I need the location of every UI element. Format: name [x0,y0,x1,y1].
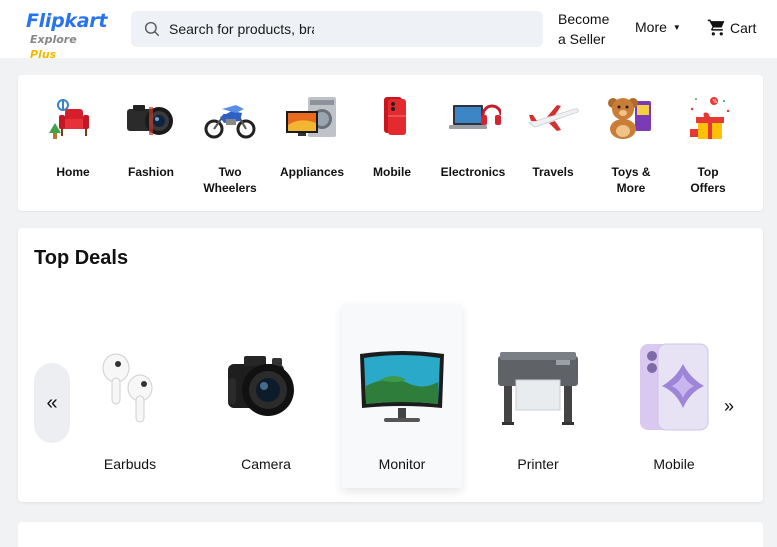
deal-label: Printer [517,456,559,472]
earbuds-image [102,353,153,423]
airplane-icon [528,105,579,131]
category-label: Toys & More [611,165,651,195]
cart-label: Cart [730,19,757,36]
category-strip: Home Fashion Two Wheelers Appliances Mob… [18,75,763,211]
category-label: Home [56,165,90,179]
printer-image [498,352,578,425]
category-mobile[interactable]: Mobile [352,75,432,180]
caret-down-icon: ▼ [672,22,681,32]
carousel-prev-button[interactable]: « [34,363,70,443]
flipkart-logo[interactable]: Flipkart Explore Plus [26,10,108,62]
category-label: Mobile [373,165,411,179]
deal-card-camera[interactable]: Camera [206,304,326,488]
search-bar[interactable] [131,11,543,47]
category-label: Fashion [127,165,174,179]
carousel-next-button[interactable]: » [718,393,740,419]
svg-text:%: % [713,99,718,105]
appliances-icon [286,97,336,137]
deal-card-printer[interactable]: Printer [478,304,598,488]
category-appliances[interactable]: Appliances [272,75,352,180]
top-deals-section: Top Deals « Earbuds Camera Monitor Print… [18,228,763,502]
search-icon [144,21,160,37]
logo-subtitle: Explore Plus [30,33,77,61]
armchair-icon [49,99,89,139]
deal-card-mobile[interactable]: Mobile [614,304,734,488]
motorbike-icon [204,105,256,139]
more-dropdown[interactable]: More ▼ [635,19,681,35]
next-section-card [18,522,763,547]
deal-label: Mobile [653,456,695,472]
smartphone-icon [384,97,406,135]
deal-card-earbuds[interactable]: Earbuds [70,304,190,488]
seller-line-2: a Seller [558,31,606,47]
teddy-bear-icon [608,98,651,139]
become-seller-link[interactable]: Become a Seller [558,9,609,49]
category-label: Appliances [279,165,345,179]
category-label: Travels [532,165,574,179]
laptop-icon [449,104,501,129]
deal-card-monitor[interactable]: Monitor [342,304,462,488]
category-two-wheelers[interactable]: Two Wheelers [190,75,270,196]
cart-button[interactable]: Cart [707,18,756,37]
more-label: More [635,19,667,35]
logo-title: Flipkart [26,10,108,32]
phone-image [640,343,709,431]
category-top-offers[interactable]: % Top Offers [668,75,748,196]
camera-image [228,356,294,416]
seller-line-1: Become [558,11,610,27]
deal-label: Earbuds [103,456,157,472]
category-label: Top Offers [690,165,726,195]
category-fashion[interactable]: Fashion [111,75,191,180]
camera-icon [127,105,173,135]
category-label: Two Wheelers [203,165,257,195]
deal-label: Monitor [378,456,426,472]
gift-box-icon: % [690,97,730,139]
search-input[interactable] [169,21,314,37]
category-home[interactable]: Home [33,75,113,180]
monitor-image [360,351,444,422]
header-bar: Flipkart Explore Plus Become a Seller Mo… [0,0,777,61]
deal-label: Camera [241,456,291,472]
cart-icon [707,19,725,36]
category-label: Electronics [440,165,506,179]
section-title: Top Deals [34,247,129,269]
category-electronics[interactable]: Electronics [433,75,513,180]
category-toys[interactable]: Toys & More [591,75,671,196]
category-travels[interactable]: Travels [513,75,593,180]
